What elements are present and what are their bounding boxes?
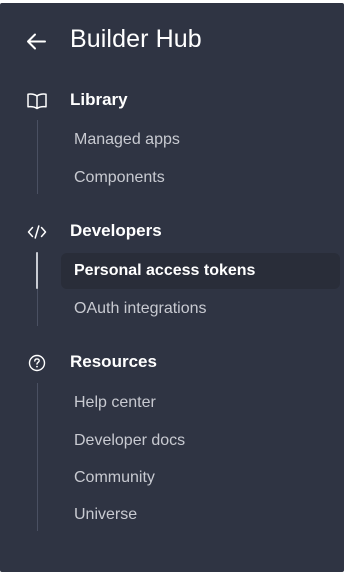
active-indicator — [36, 252, 38, 289]
section-label-developers: Developers — [70, 221, 162, 240]
arrow-left-icon — [22, 27, 52, 57]
nav-item-universe[interactable]: Universe — [61, 497, 340, 533]
nav-item-managed-apps[interactable]: Managed apps — [61, 122, 340, 158]
back-button[interactable] — [22, 27, 52, 57]
nav-item-help-center[interactable]: Help center — [61, 385, 340, 421]
section-label-library: Library — [70, 90, 128, 109]
section-header-library[interactable]: Library — [0, 87, 344, 115]
section-header-developers[interactable]: Developers — [0, 218, 344, 246]
nav-item-components[interactable]: Components — [61, 160, 340, 196]
sidebar-header: Builder Hub — [0, 3, 344, 83]
question-circle-icon — [26, 353, 48, 373]
nav-item-developer-docs[interactable]: Developer docs — [61, 423, 340, 459]
page-title: Builder Hub — [70, 25, 202, 53]
section-header-resources[interactable]: Resources — [0, 349, 344, 377]
nav-item-personal-access-tokens[interactable]: Personal access tokens — [61, 253, 340, 289]
section-label-resources: Resources — [70, 352, 157, 371]
code-icon — [26, 222, 48, 242]
section-rail-library — [37, 120, 38, 194]
sidebar-panel: Builder Hub Library Managed apps Compone… — [0, 3, 344, 572]
book-open-icon — [26, 91, 48, 111]
nav-item-oauth-integrations[interactable]: OAuth integrations — [61, 291, 340, 327]
nav-item-community[interactable]: Community — [61, 460, 340, 496]
section-rail-resources — [37, 383, 38, 531]
